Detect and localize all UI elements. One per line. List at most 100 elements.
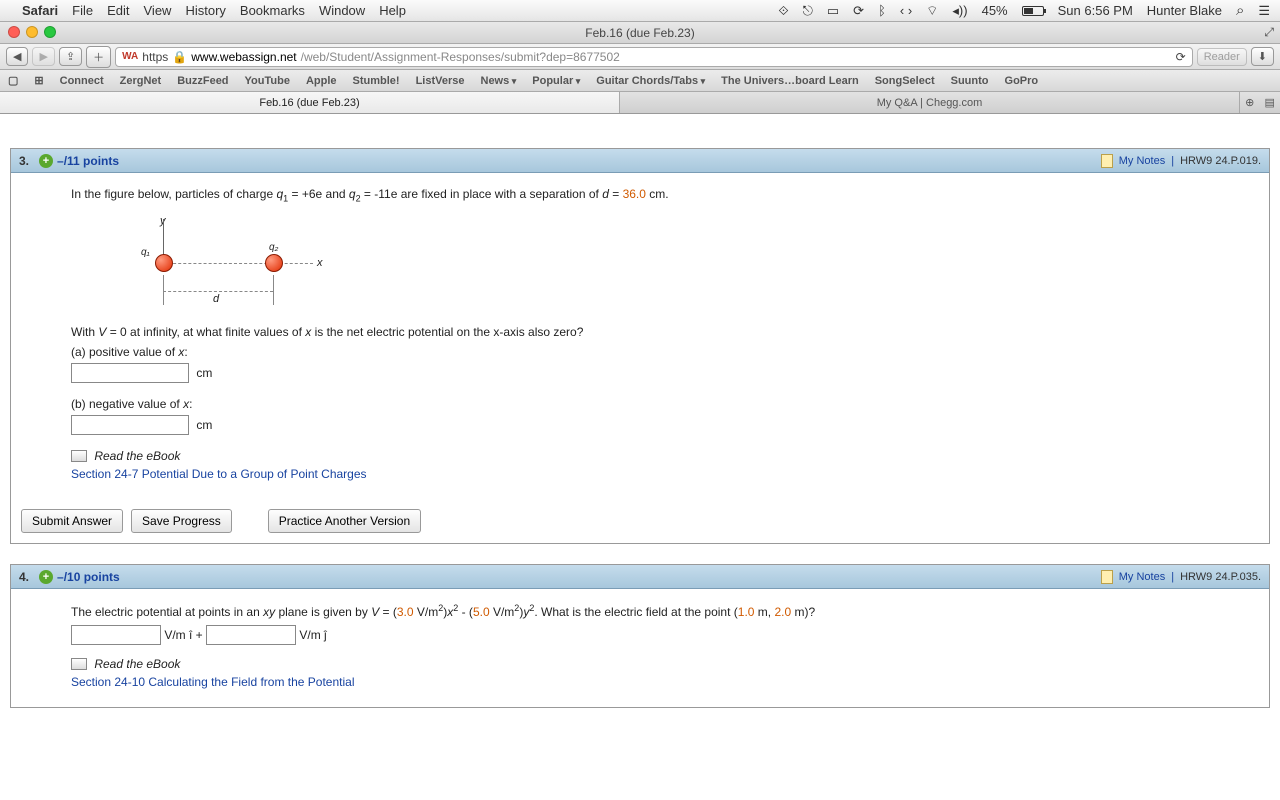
bookmark-item[interactable]: BuzzFeed — [177, 75, 228, 87]
practice-another-button[interactable]: Practice Another Version — [268, 509, 421, 533]
section-link[interactable]: Section 24-10 Calculating the Field from… — [71, 675, 1209, 689]
button-row: Submit Answer Save Progress Practice Ano… — [11, 499, 1269, 543]
address-bar[interactable]: WA https 🔒 www.webassign.net/web/Student… — [115, 47, 1193, 67]
unit-j: V/m ĵ — [299, 628, 326, 642]
charging-icon[interactable]: ⎋ — [803, 3, 813, 19]
add-button[interactable]: ＋ — [86, 46, 111, 68]
display-icon[interactable]: ▭ — [827, 3, 839, 19]
ebook-icon[interactable] — [71, 450, 87, 462]
expand-icon[interactable]: + — [39, 154, 53, 168]
back-button[interactable]: ◀ — [6, 47, 28, 66]
timemachine-icon[interactable]: ⟳ — [853, 3, 864, 19]
spotlight-icon[interactable]: ⌕ — [1236, 2, 1244, 19]
bookmark-item[interactable]: Suunto — [951, 75, 989, 87]
question-number: 3. — [19, 154, 29, 168]
menu-window[interactable]: Window — [319, 3, 379, 18]
zoom-icon[interactable] — [44, 26, 56, 38]
bookmark-item[interactable]: Apple — [306, 75, 337, 87]
bookmark-item[interactable]: ZergNet — [120, 75, 162, 87]
app-name[interactable]: Safari — [22, 3, 72, 18]
question-box-4: 4. + –/10 points My Notes | HRW9 24.P.03… — [10, 564, 1270, 708]
clock[interactable]: Sun 6:56 PM — [1058, 3, 1133, 18]
bookmark-item[interactable]: The Univers…board Learn — [721, 75, 859, 87]
reload-button[interactable]: ⟳ — [1176, 50, 1186, 64]
lock-icon: 🔒 — [172, 50, 187, 64]
charge-q1-icon — [155, 254, 173, 272]
note-icon[interactable] — [1101, 154, 1113, 168]
browser-toolbar: ◀ ▶ ⇪ ＋ WA https 🔒 www.webassign.net/web… — [0, 44, 1280, 70]
answer-input-i[interactable] — [71, 625, 161, 645]
unit-label: cm — [196, 366, 212, 380]
question-source: HRW9 24.P.035. — [1180, 571, 1261, 583]
menu-file[interactable]: File — [72, 3, 107, 18]
topsites-icon[interactable]: ⊞ — [34, 74, 43, 87]
bookmark-item[interactable]: Stumble! — [353, 75, 400, 87]
new-tab-button[interactable]: ⊕ — [1245, 96, 1254, 109]
menu-history[interactable]: History — [185, 3, 239, 18]
bluetooth-icon[interactable]: ᛒ — [878, 3, 886, 18]
battery-icon[interactable] — [1022, 6, 1044, 16]
forward-button[interactable]: ▶ — [32, 47, 54, 66]
section-link[interactable]: Section 24-7 Potential Due to a Group of… — [71, 467, 1209, 481]
menu-bookmarks[interactable]: Bookmarks — [240, 3, 319, 18]
minimize-icon[interactable] — [26, 26, 38, 38]
reader-button[interactable]: Reader — [1197, 48, 1247, 66]
share-button[interactable]: ⇪ — [59, 47, 82, 66]
ebook-link[interactable]: Read the eBook — [94, 657, 180, 671]
question-source: HRW9 24.P.019. — [1180, 155, 1261, 167]
question-number: 4. — [19, 570, 29, 584]
question-points: –/10 points — [57, 570, 120, 584]
show-tabs-button[interactable]: ▤ — [1265, 96, 1275, 109]
submit-answer-button[interactable]: Submit Answer — [21, 509, 123, 533]
question-body: The electric potential at points in an x… — [11, 589, 1269, 707]
charge-diagram: y x q₁ q₂ d — [141, 219, 341, 309]
unit-i: V/m î + — [164, 628, 206, 642]
nav-icon[interactable]: ‹ › — [900, 3, 912, 18]
menu-view[interactable]: View — [144, 3, 186, 18]
question-box-3: 3. + –/11 points My Notes | HRW9 24.P.01… — [10, 148, 1270, 544]
volume-icon[interactable]: ◂)) — [952, 3, 967, 19]
bookmark-item[interactable]: Connect — [60, 75, 104, 87]
my-notes-link[interactable]: My Notes — [1119, 571, 1165, 583]
ebook-icon[interactable] — [71, 658, 87, 670]
answer-input-a[interactable] — [71, 363, 189, 383]
bookmarks-icon[interactable]: ▢ — [8, 74, 18, 87]
bookmark-item[interactable]: GoPro — [1005, 75, 1039, 87]
my-notes-link[interactable]: My Notes — [1119, 155, 1165, 167]
battery-percent[interactable]: 45% — [982, 3, 1008, 18]
close-icon[interactable] — [8, 26, 20, 38]
wifi-icon[interactable]: ⌔ — [926, 3, 938, 19]
bookmark-item[interactable]: ListVerse — [416, 75, 465, 87]
question-body: In the figure below, particles of charge… — [11, 173, 1269, 499]
downloads-button[interactable]: ⬇ — [1251, 47, 1274, 66]
site-favicon: WA — [122, 51, 138, 62]
charge-q2-icon — [265, 254, 283, 272]
bookmark-folder[interactable]: News — [481, 75, 517, 87]
mac-menubar: Safari File Edit View History Bookmarks … — [0, 0, 1280, 22]
tab-label: My Q&A | Chegg.com — [877, 97, 983, 109]
dropbox-icon[interactable]: ⟐ — [778, 3, 788, 19]
notification-icon[interactable]: ☰ — [1258, 3, 1270, 19]
bookmarks-bar: ▢ ⊞ Connect ZergNet BuzzFeed YouTube App… — [0, 70, 1280, 92]
ebook-link[interactable]: Read the eBook — [94, 449, 180, 463]
menu-help[interactable]: Help — [379, 3, 420, 18]
bookmark-folder[interactable]: Guitar Chords/Tabs — [596, 75, 705, 87]
browser-tab[interactable]: Feb.16 (due Feb.23) — [0, 92, 620, 113]
fullscreen-icon[interactable]: ⤢ — [1264, 25, 1274, 40]
window-titlebar: Feb.16 (due Feb.23) ⤢ — [0, 22, 1280, 44]
page-content: 3. + –/11 points My Notes | HRW9 24.P.01… — [0, 114, 1280, 738]
tab-label: Feb.16 (due Feb.23) — [259, 97, 359, 109]
user-name[interactable]: Hunter Blake — [1147, 3, 1222, 18]
question-header: 3. + –/11 points My Notes | HRW9 24.P.01… — [11, 149, 1269, 173]
expand-icon[interactable]: + — [39, 570, 53, 584]
bookmark-item[interactable]: YouTube — [245, 75, 290, 87]
answer-input-j[interactable] — [206, 625, 296, 645]
answer-input-b[interactable] — [71, 415, 189, 435]
bookmark-item[interactable]: SongSelect — [875, 75, 935, 87]
browser-tab[interactable]: My Q&A | Chegg.com — [620, 92, 1240, 113]
note-icon[interactable] — [1101, 570, 1113, 584]
save-progress-button[interactable]: Save Progress — [131, 509, 232, 533]
menu-edit[interactable]: Edit — [107, 3, 143, 18]
window-title: Feb.16 (due Feb.23) — [585, 26, 694, 40]
bookmark-folder[interactable]: Popular — [532, 75, 580, 87]
